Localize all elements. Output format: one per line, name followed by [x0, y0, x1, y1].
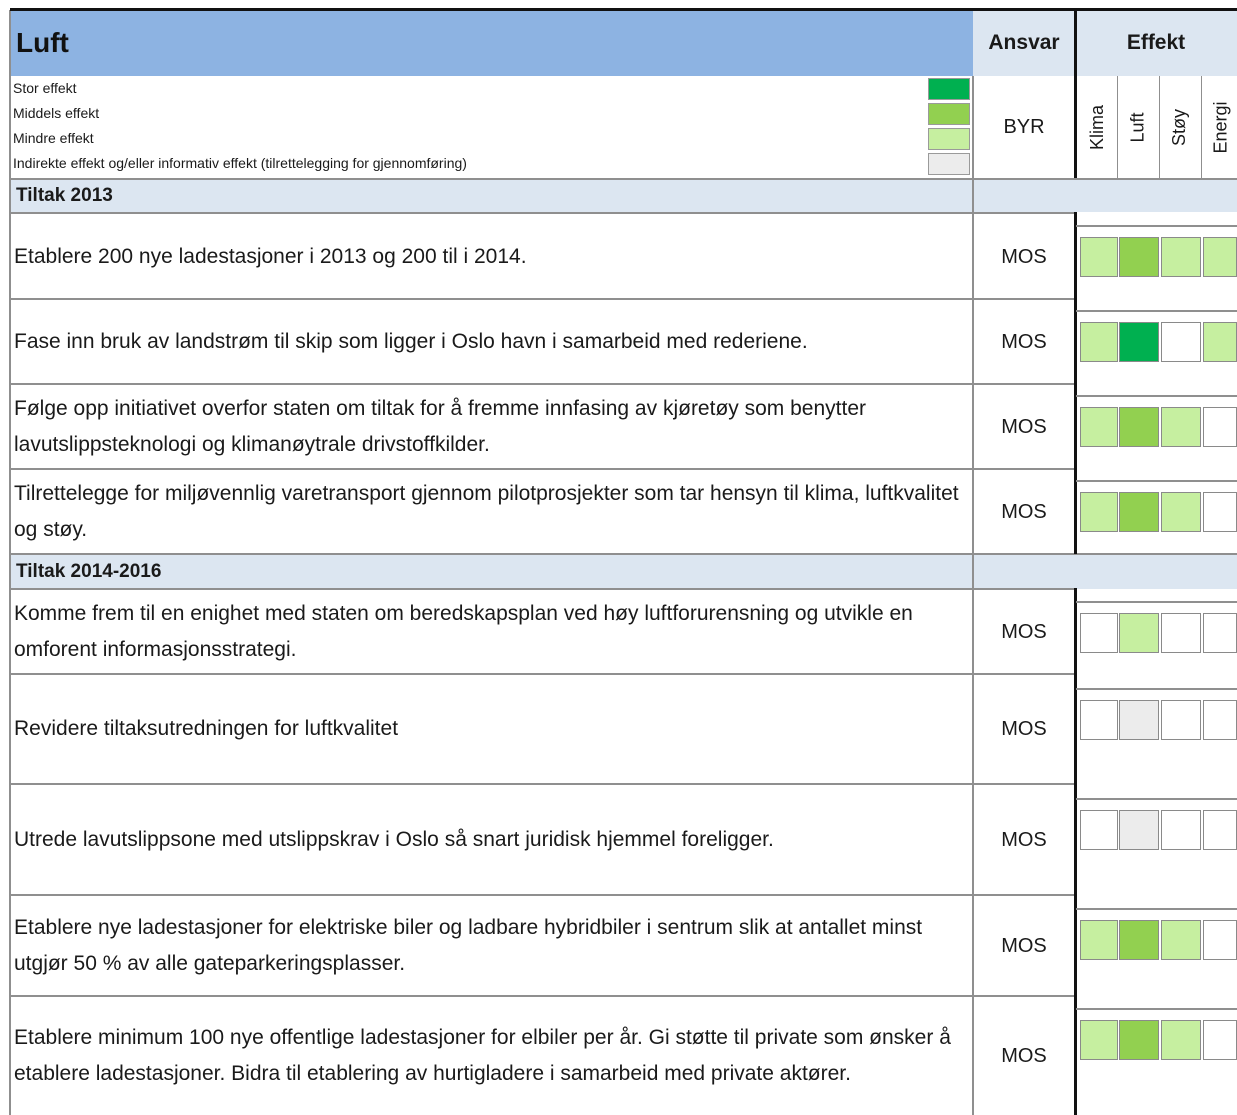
- legend-label-stor: Stor effekt: [13, 80, 77, 96]
- effect-strip-rule: [1076, 1008, 1237, 1010]
- section-title-2014-2016: Tiltak 2014-2016: [10, 555, 1237, 589]
- effect-cell-klima: [1080, 810, 1118, 850]
- effect-strip-rule: [1076, 601, 1237, 603]
- effect-cell-energi: [1203, 1020, 1237, 1060]
- effect-strip-rule: [1076, 395, 1237, 397]
- legend-swatch-middels: [928, 103, 970, 125]
- effect-cell-klima: [1080, 920, 1118, 960]
- legend-swatch-mindre: [928, 128, 970, 150]
- measure-ansvar: MOS: [1001, 620, 1047, 643]
- effect-cell-stoy: [1161, 613, 1201, 653]
- effect-strip-rule: [1076, 480, 1237, 482]
- effect-cell-stoy: [1161, 700, 1201, 740]
- effect-cell-klima: [1080, 492, 1118, 532]
- effect-cell-stoy: [1161, 492, 1201, 532]
- effect-col-energi: Energi: [1210, 100, 1231, 154]
- effect-cell-energi: [1203, 613, 1237, 653]
- effect-cell-energi: [1203, 492, 1237, 532]
- effekt-header: Effekt: [1075, 10, 1237, 76]
- measure-text: Utrede lavutslippsone med utslippskrav i…: [14, 828, 774, 851]
- effect-cell-stoy: [1161, 322, 1201, 362]
- measure-text: Revidere tiltaksutredningen for luftkval…: [14, 717, 399, 740]
- effect-cell-klima: [1080, 700, 1118, 740]
- legend-swatch-indirekte: [928, 153, 970, 175]
- measure-ansvar: MOS: [1001, 500, 1047, 523]
- measure-text: Etablere 200 nye ladestasjoner i 2013 og…: [14, 245, 527, 268]
- measure-text: Følge opp initiativet overfor staten om …: [14, 397, 866, 456]
- ansvar-byr: BYR: [1003, 115, 1045, 138]
- effect-cell-luft: [1119, 237, 1159, 277]
- effect-cell-luft: [1119, 700, 1159, 740]
- effect-cell-energi: [1203, 407, 1237, 447]
- measure-ansvar: MOS: [1001, 717, 1047, 740]
- effect-strip-rule: [1076, 225, 1237, 227]
- effect-cell-energi: [1203, 920, 1237, 960]
- legend: Stor effekt Middels effekt Mindre effekt…: [10, 76, 973, 178]
- effect-cell-energi: [1203, 810, 1237, 850]
- measure-ansvar: MOS: [1001, 330, 1047, 353]
- effect-cell-luft: [1119, 613, 1159, 653]
- effect-cell-klima: [1080, 1020, 1118, 1060]
- effect-cell-luft: [1119, 322, 1159, 362]
- measure-ansvar: MOS: [1001, 245, 1047, 268]
- effect-strip-rule: [1076, 310, 1237, 312]
- effect-cell-luft: [1119, 920, 1159, 960]
- measure-text: Etablere minimum 100 nye offentlige lade…: [14, 1026, 951, 1085]
- effect-cell-klima: [1080, 322, 1118, 362]
- effect-cell-klima: [1080, 613, 1118, 653]
- effect-cell-luft: [1119, 810, 1159, 850]
- section-title-2013: Tiltak 2013: [10, 180, 1237, 212]
- effect-cell-stoy: [1161, 1020, 1201, 1060]
- effect-cell-energi: [1203, 322, 1237, 362]
- effect-cell-energi: [1203, 237, 1237, 277]
- measure-text: Komme frem til en enighet med staten om …: [14, 602, 913, 661]
- measure-text: Fase inn bruk av landstrøm til skip som …: [14, 330, 808, 353]
- measure-ansvar: MOS: [1001, 1044, 1047, 1067]
- measure-ansvar: MOS: [1001, 934, 1047, 957]
- measure-text: Tilrettelegge for miljøvennlig varetrans…: [14, 482, 959, 541]
- effect-strip-rule: [1076, 798, 1237, 800]
- effect-cell-stoy: [1161, 237, 1201, 277]
- legend-label-indirekte: Indirekte effekt og/eller informativ eff…: [13, 155, 467, 171]
- effect-cell-luft: [1119, 1020, 1159, 1060]
- effect-cell-stoy: [1161, 407, 1201, 447]
- ansvar-header: Ansvar: [973, 10, 1075, 76]
- effect-cell-luft: [1119, 492, 1159, 532]
- effect-strip-rule: [1076, 908, 1237, 910]
- measure-ansvar: MOS: [1001, 415, 1047, 438]
- table-title: Luft: [10, 10, 973, 76]
- legend-label-middels: Middels effekt: [13, 105, 100, 121]
- effect-cell-stoy: [1161, 810, 1201, 850]
- effect-cell-luft: [1119, 407, 1159, 447]
- measure-text: Etablere nye ladestasjoner for elektrisk…: [14, 916, 923, 975]
- legend-label-mindre: Mindre effekt: [13, 130, 94, 146]
- effect-cell-energi: [1203, 700, 1237, 740]
- effect-cell-klima: [1080, 407, 1118, 447]
- effect-cell-klima: [1080, 237, 1118, 277]
- effect-col-stoy: Støy: [1169, 108, 1190, 146]
- legend-swatch-stor: [928, 78, 970, 100]
- effect-col-luft: Luft: [1127, 111, 1148, 143]
- effect-col-klima: Klima: [1086, 104, 1107, 150]
- effect-cell-stoy: [1161, 920, 1201, 960]
- effect-strip-rule: [1076, 688, 1237, 690]
- measure-ansvar: MOS: [1001, 828, 1047, 851]
